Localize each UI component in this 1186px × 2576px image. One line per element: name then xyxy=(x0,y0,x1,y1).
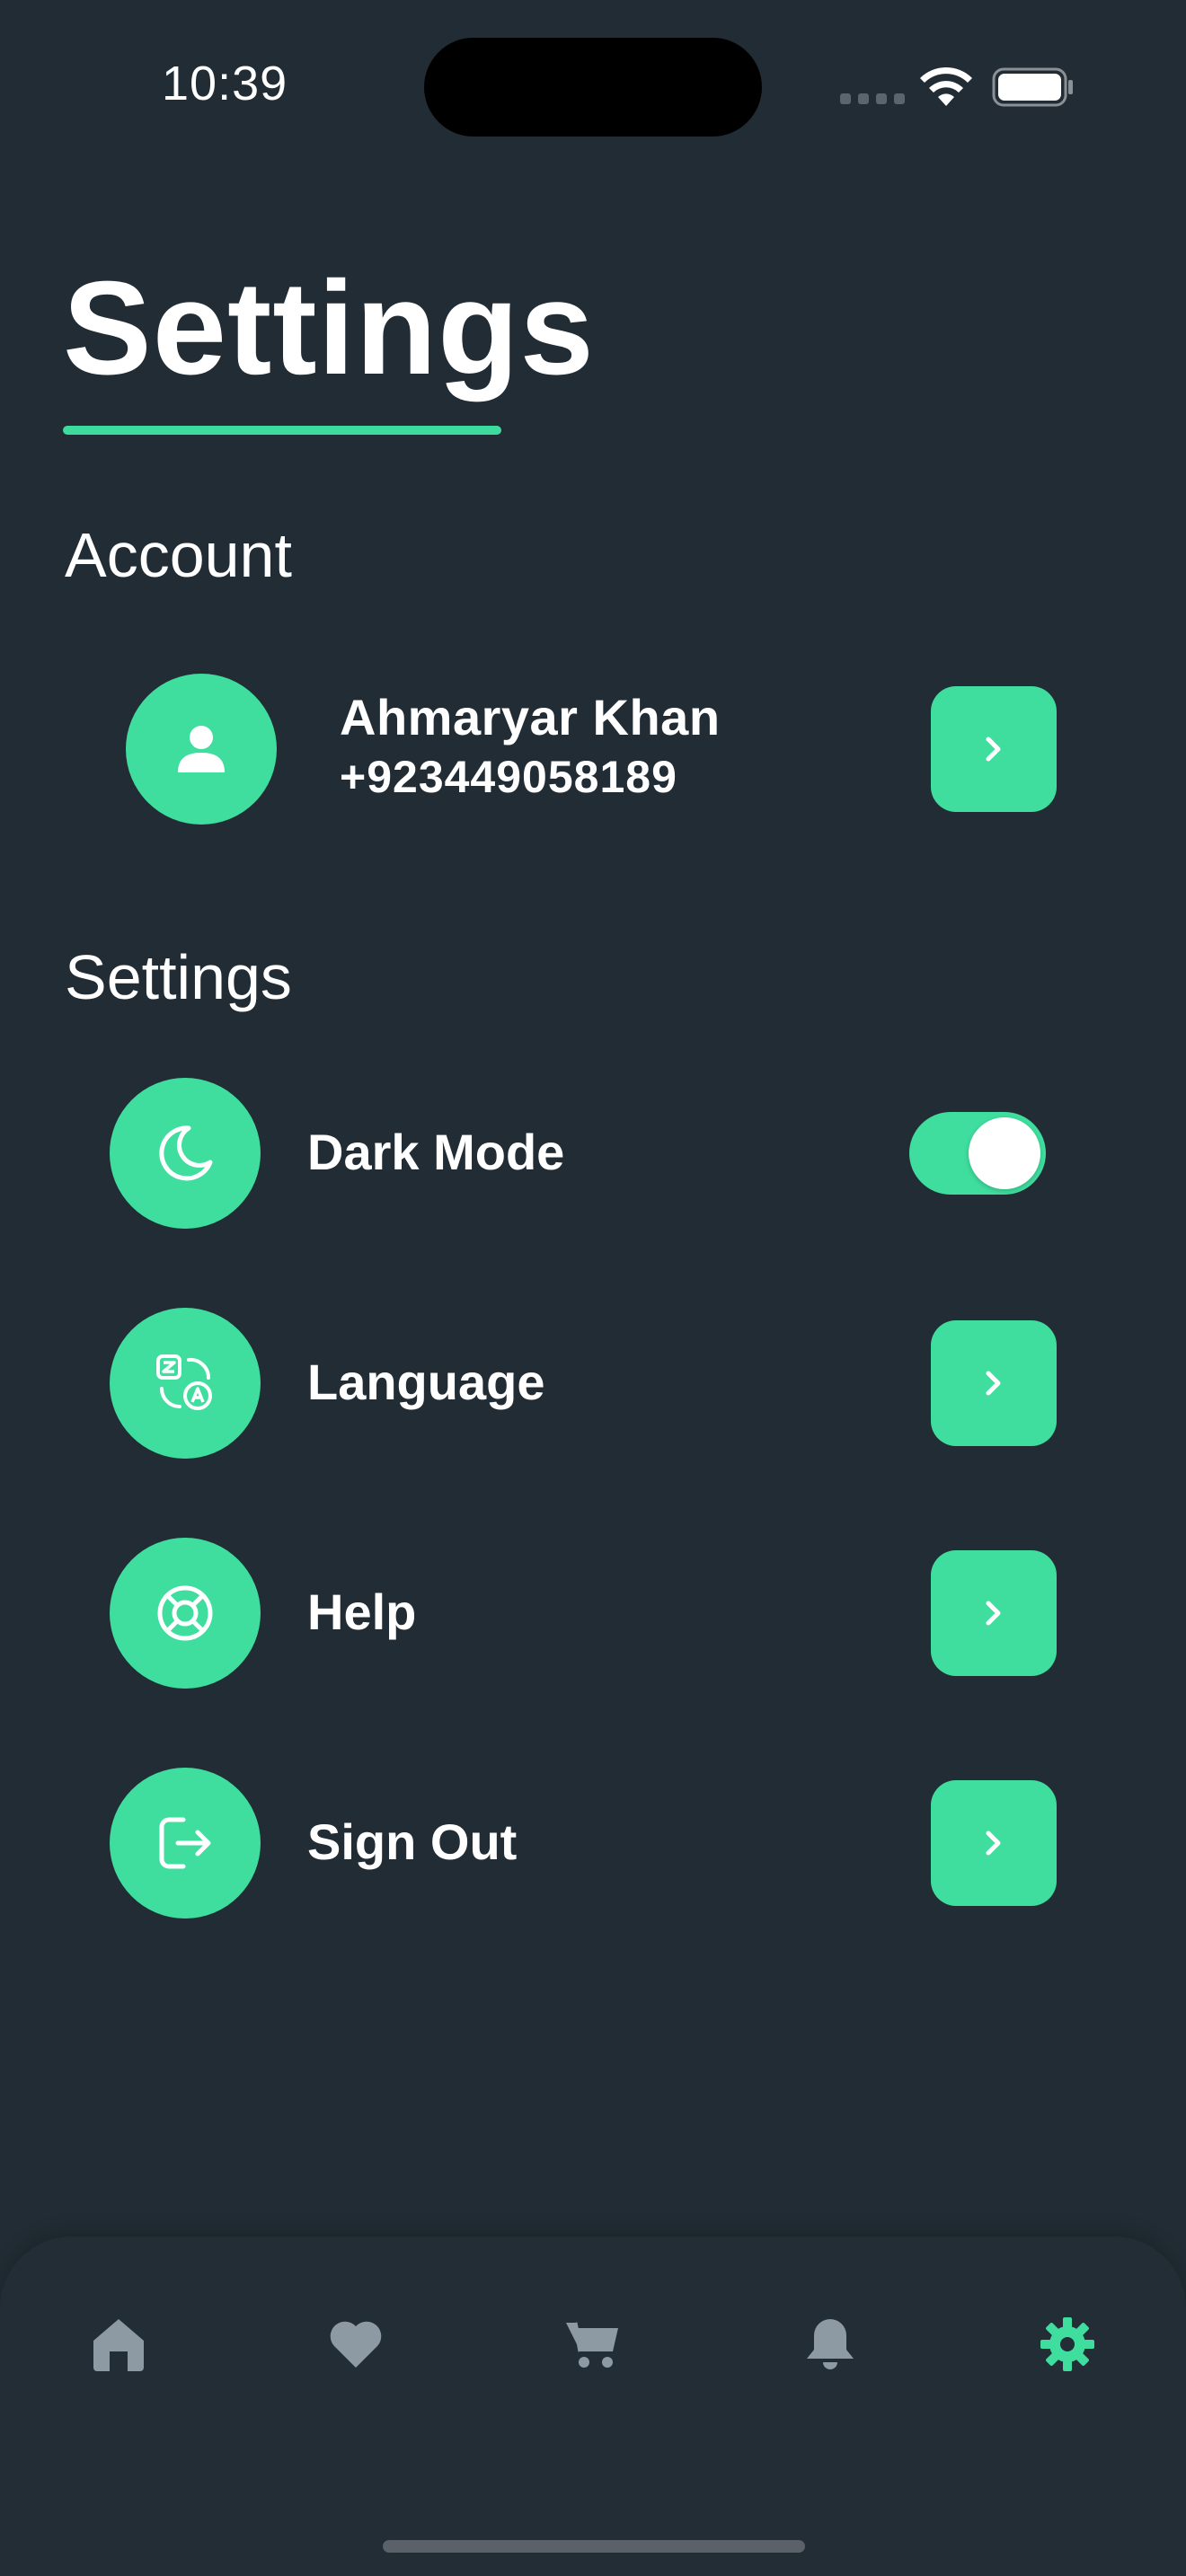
profile-name: Ahmaryar Khan xyxy=(340,689,721,745)
status-time: 10:39 xyxy=(162,57,288,110)
heart-icon[interactable] xyxy=(327,2316,385,2373)
cart-icon[interactable] xyxy=(564,2316,622,2373)
chevron-right-icon xyxy=(986,1371,1001,1396)
language-button[interactable] xyxy=(931,1320,1057,1446)
chevron-right-icon xyxy=(986,737,1001,762)
dark-mode-label: Dark Mode xyxy=(307,1124,565,1180)
gear-icon[interactable] xyxy=(1039,2316,1096,2373)
page-title: Settings xyxy=(63,254,595,402)
wifi-icon xyxy=(920,66,972,106)
home-icon[interactable] xyxy=(90,2316,147,2373)
user-icon xyxy=(178,726,225,772)
title-underline xyxy=(63,426,501,435)
chevron-right-icon xyxy=(986,1831,1001,1856)
home-indicator xyxy=(383,2540,805,2553)
battery-icon xyxy=(992,67,1073,107)
sign-out-icon-circle xyxy=(110,1768,261,1919)
sign-out-icon xyxy=(159,1817,211,1869)
sign-out-label: Sign Out xyxy=(307,1813,518,1870)
help-button[interactable] xyxy=(931,1550,1057,1676)
tab-bar xyxy=(0,2236,1186,2576)
dark-mode-toggle[interactable] xyxy=(909,1112,1046,1195)
profile-open-button[interactable] xyxy=(931,686,1057,812)
cellular-signal-icon xyxy=(840,93,905,104)
account-section-label: Account xyxy=(65,520,292,590)
avatar[interactable] xyxy=(126,674,277,825)
language-icon-circle xyxy=(110,1308,261,1459)
dynamic-island xyxy=(424,38,762,137)
language-label: Language xyxy=(307,1354,545,1410)
translate-icon xyxy=(156,1354,212,1410)
profile-phone: +923449058189 xyxy=(340,752,677,802)
bell-icon[interactable] xyxy=(801,2316,859,2373)
lifebuoy-icon xyxy=(157,1585,213,1641)
sign-out-button[interactable] xyxy=(931,1780,1057,1906)
toggle-knob xyxy=(969,1117,1040,1189)
moon-icon xyxy=(159,1125,213,1181)
help-icon-circle xyxy=(110,1538,261,1689)
help-label: Help xyxy=(307,1584,417,1640)
chevron-right-icon xyxy=(986,1601,1001,1626)
dark-mode-icon-circle xyxy=(110,1078,261,1229)
settings-section-label: Settings xyxy=(65,942,292,1012)
